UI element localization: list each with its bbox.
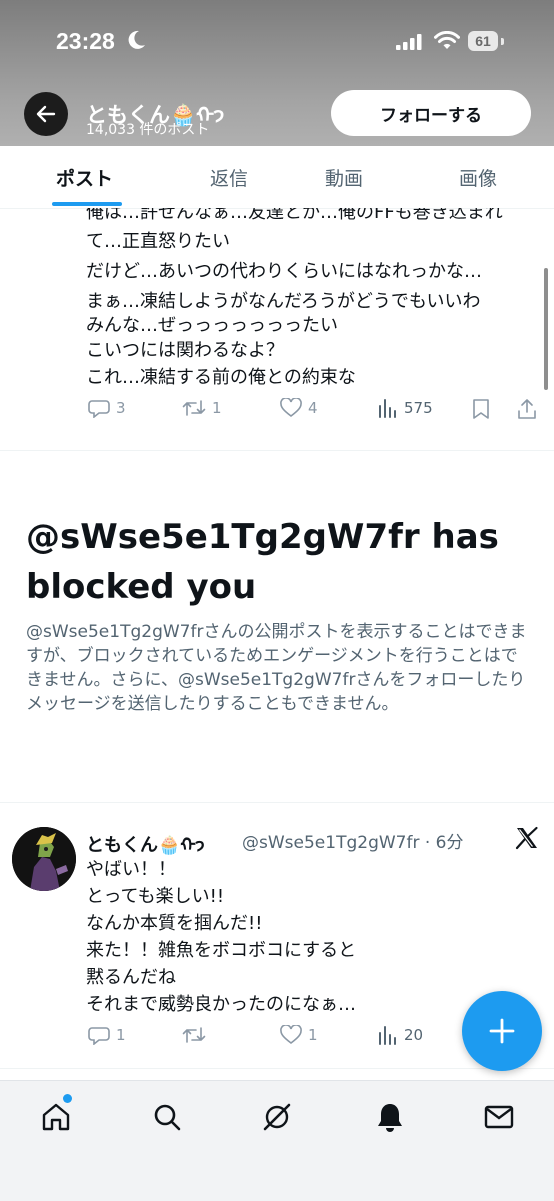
notifications-icon[interactable] <box>374 1101 406 1133</box>
tab-media[interactable]: 画像 <box>459 164 497 191</box>
post-author-handle-time[interactable]: @sWse5e1Tg2gW7fr · 6分 <box>242 828 463 853</box>
compose-post-button[interactable] <box>462 991 542 1071</box>
back-button[interactable] <box>24 92 68 136</box>
reply-count: 3 <box>116 399 126 417</box>
divider <box>0 450 554 451</box>
post-text-line: だけど…あいつの代わりくらいにはなれっかな… <box>86 261 482 282</box>
plus-icon <box>489 1018 515 1044</box>
battery-cap <box>501 38 504 45</box>
active-tab-indicator <box>52 202 122 206</box>
arrow-left-icon <box>36 105 56 123</box>
heart-icon <box>280 1025 302 1045</box>
notification-dot <box>63 1094 72 1103</box>
post-text-line: こいつには関わるなよ？ <box>86 340 284 361</box>
wifi-icon <box>434 30 460 55</box>
post-text-line: 俺は…許せんなぁ…友達とか…俺のFFも巻き込まれ <box>86 208 503 223</box>
tab-replies[interactable]: 返信 <box>210 164 248 191</box>
view-count: 575 <box>404 399 433 417</box>
battery-indicator: 61 <box>468 31 498 51</box>
follow-button[interactable]: フォローする <box>331 90 531 136</box>
share-icon <box>518 399 536 419</box>
reply-button[interactable]: 3 <box>88 398 126 418</box>
bottom-navigation <box>0 1080 554 1201</box>
x-logo-icon <box>515 826 539 854</box>
profile-header: 23:28 61 ともくん🧁ᡣ𐭩 14,033 件のポスト フォローする <box>0 0 554 146</box>
post-text-line: みんな…ぜっっっっっっったい <box>86 315 338 336</box>
post-text-line: やばい！！ <box>86 859 176 880</box>
reply-icon <box>88 400 110 418</box>
search-icon[interactable] <box>151 1101 183 1133</box>
status-bar: 23:28 61 <box>0 24 554 60</box>
post-text-line: これ…凍結する前の俺との約束な <box>86 367 356 388</box>
reply-icon <box>88 1027 110 1045</box>
post-text-line: て…正直怒りたい <box>86 231 230 252</box>
repost-count: 1 <box>212 399 222 417</box>
post-card[interactable]: 俺は…許せんなぁ…友達とか…俺のFFも巻き込まれ て…正直怒りたい だけど…あい… <box>0 208 554 450</box>
views-button[interactable]: 20 <box>378 1025 423 1045</box>
blocked-title: @sWse5e1Tg2gW7fr has blocked you <box>26 517 499 607</box>
post-text-line: 来た！！雑魚をボコボコにすると <box>86 940 357 961</box>
analytics-icon <box>379 1026 396 1045</box>
repost-button[interactable] <box>182 1025 212 1045</box>
views-button[interactable]: 575 <box>378 398 433 418</box>
post-actions: 3 1 4 575 <box>0 398 554 426</box>
repost-icon <box>182 1027 206 1043</box>
post-author-name[interactable]: ともくん🧁ᡣ𐭩 <box>86 826 205 858</box>
post-text-line: それまで威勢良かったのになぁ… <box>86 994 356 1015</box>
blocked-description: @sWse5e1Tg2gW7frさんの公開ポストを表示することはできますが、ブロ… <box>26 622 527 714</box>
repost-button[interactable]: 1 <box>182 398 222 418</box>
avatar[interactable] <box>12 827 76 891</box>
profile-tabs: ポスト 返信 動画 画像 <box>0 146 554 209</box>
reply-button[interactable]: 1 <box>88 1025 126 1045</box>
like-count: 1 <box>308 1026 318 1044</box>
like-count: 4 <box>308 399 318 417</box>
reply-count: 1 <box>116 1026 126 1044</box>
share-button[interactable] <box>516 398 538 420</box>
post-count: 14,033 件のポスト <box>86 122 210 138</box>
post-text-line: なんか本質を掴んだ!! <box>86 913 263 934</box>
like-button[interactable]: 4 <box>280 398 318 418</box>
grok-icon[interactable] <box>261 1101 293 1133</box>
home-icon[interactable] <box>40 1101 72 1133</box>
scrollbar[interactable] <box>544 268 548 390</box>
tab-videos[interactable]: 動画 <box>325 164 363 191</box>
heart-icon <box>280 398 302 418</box>
moon-icon <box>127 29 147 55</box>
tab-posts[interactable]: ポスト <box>56 164 113 191</box>
post-text-line: 黙るんだね <box>86 967 176 988</box>
divider <box>0 802 554 803</box>
messages-icon[interactable] <box>483 1101 515 1133</box>
view-count: 20 <box>404 1026 424 1044</box>
status-time: 23:28 <box>56 28 115 54</box>
cellular-signal-icon <box>396 34 424 54</box>
like-button[interactable]: 1 <box>280 1025 318 1045</box>
divider <box>0 1068 554 1069</box>
post-text-line: とっても楽しい!! <box>86 886 225 907</box>
bookmark-button[interactable] <box>472 398 490 420</box>
bookmark-icon <box>473 399 489 419</box>
post-text-line: まぁ…凍結しようがなんだろうがどうでもいいわ <box>86 291 481 312</box>
repost-icon <box>182 400 206 416</box>
analytics-icon <box>379 399 396 418</box>
